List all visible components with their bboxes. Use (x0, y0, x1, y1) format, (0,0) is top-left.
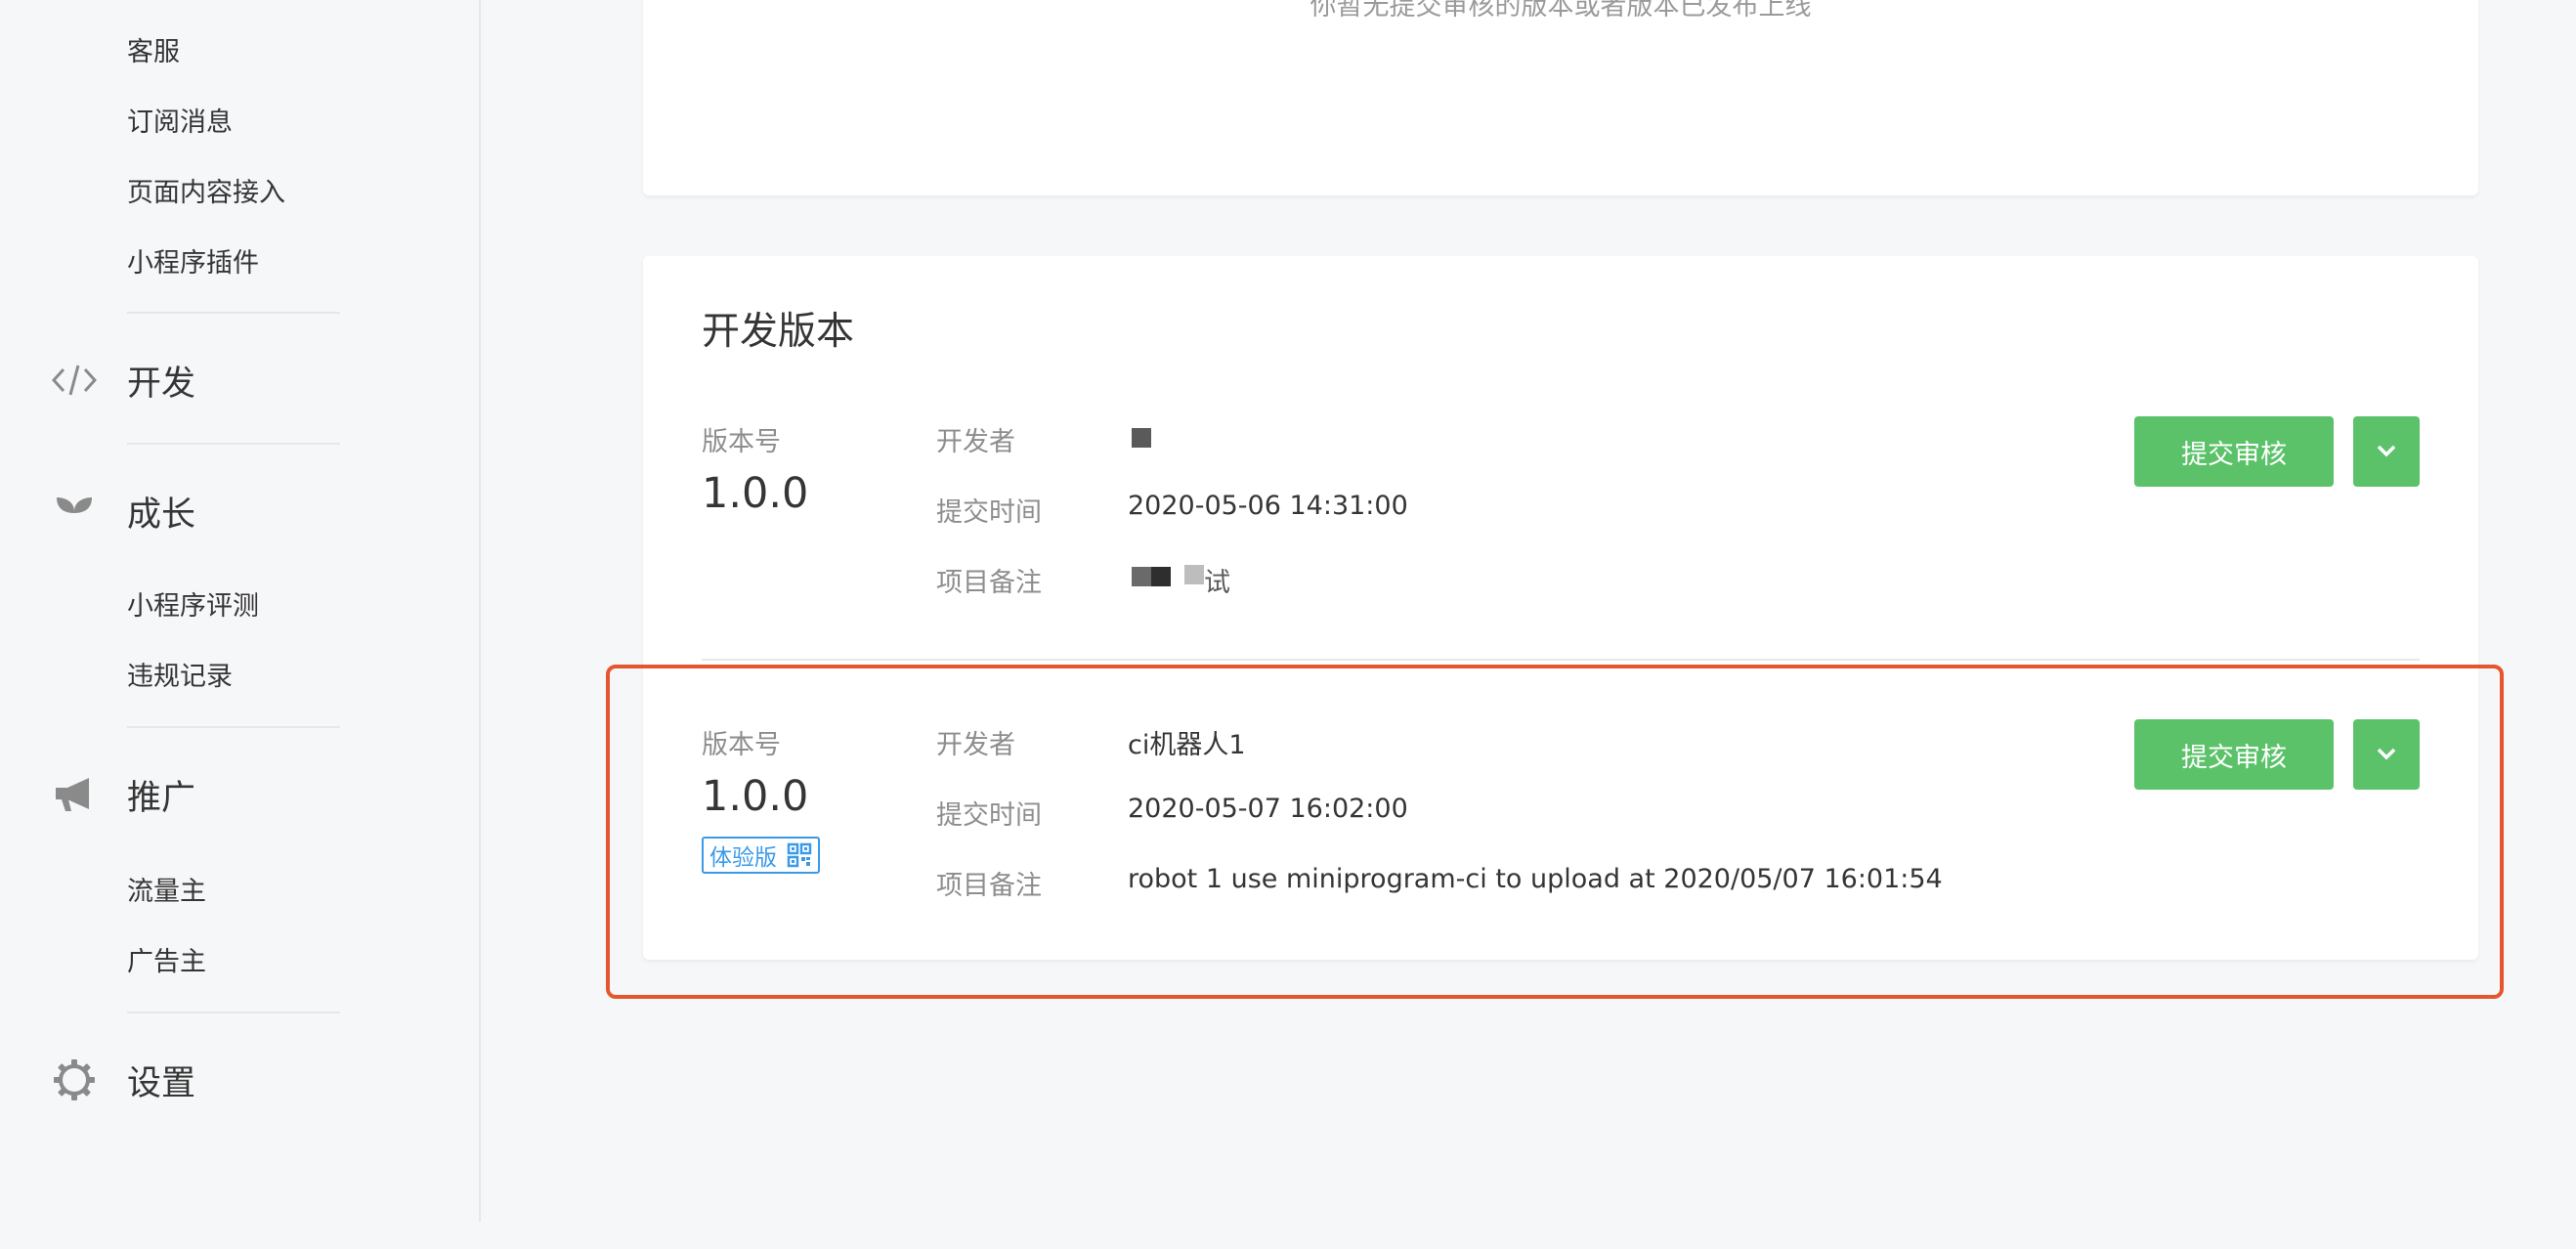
developer-label: 开发者 (936, 730, 1015, 760)
sidebar-item-customer-service[interactable]: 客服 (127, 35, 180, 70)
submit-time-label: 提交时间 (936, 800, 1042, 831)
dev-version-panel: 开发版本 版本号 1.0.0 开发者 提交时间 2020-05-06 14:31… (643, 256, 2478, 960)
sidebar-item-advertiser[interactable]: 广告主 (127, 945, 206, 980)
version-label: 版本号 (702, 730, 781, 760)
sidebar-divider (127, 726, 340, 728)
megaphone-icon (51, 771, 98, 818)
sidebar-divider (127, 1012, 340, 1013)
version-number: 1.0.0 (702, 772, 809, 821)
code-icon (51, 357, 98, 404)
submit-time-value: 2020-05-07 16:02:00 (1128, 794, 1408, 824)
more-actions-button[interactable] (2353, 719, 2420, 790)
remark-value: 试 (1204, 568, 1230, 598)
sidebar-item-page-content[interactable]: 页面内容接入 (127, 176, 285, 211)
version-label: 版本号 (702, 427, 781, 457)
redacted-text (1184, 565, 1204, 584)
submit-review-button[interactable]: 提交审核 (2134, 719, 2334, 790)
trial-version-badge[interactable]: 体验版 (702, 837, 820, 874)
redacted-avatar (1132, 428, 1151, 448)
remark-label: 项目备注 (936, 568, 1042, 598)
sidebar-group-label: 开发 (127, 364, 196, 404)
submit-time-label: 提交时间 (936, 497, 1042, 528)
remark-value: robot 1 use miniprogram-ci to upload at … (1128, 864, 1943, 894)
online-version-panel: 你暂无提交审核的版本或者版本已发布上线 (643, 0, 2478, 195)
panel-title: 开发版本 (702, 310, 855, 354)
sidebar-divider (127, 443, 340, 445)
sidebar-item-traffic-owner[interactable]: 流量主 (127, 875, 206, 910)
row-divider (702, 659, 2420, 661)
sidebar-item-plugins[interactable]: 小程序插件 (127, 246, 259, 281)
chevron-down-icon (2376, 746, 2397, 764)
remark-label: 项目备注 (936, 871, 1042, 901)
developer-label: 开发者 (936, 427, 1015, 457)
sidebar-group-label: 设置 (127, 1063, 196, 1103)
sidebar: 客服 订阅消息 页面内容接入 小程序插件 开发 成长 小程序评测 违规记录 推广… (0, 0, 481, 1222)
version-number: 1.0.0 (702, 469, 809, 518)
chevron-down-icon (2376, 443, 2397, 461)
submit-review-button[interactable]: 提交审核 (2134, 416, 2334, 487)
qrcode-icon (787, 842, 812, 868)
sidebar-group-develop[interactable]: 开发 (51, 356, 195, 405)
sidebar-item-subscribe-messages[interactable]: 订阅消息 (127, 106, 233, 141)
sidebar-item-evaluation[interactable]: 小程序评测 (127, 589, 259, 624)
submit-time-value: 2020-05-06 14:31:00 (1128, 491, 1408, 521)
developer-value: ci机器人1 (1128, 730, 1246, 760)
more-actions-button[interactable] (2353, 416, 2420, 487)
sidebar-group-promotion[interactable]: 推广 (51, 770, 195, 819)
badge-label: 体验版 (709, 845, 777, 871)
gear-icon (51, 1056, 98, 1103)
sprout-icon (51, 488, 98, 535)
sidebar-group-label: 成长 (127, 495, 196, 535)
sidebar-item-violations[interactable]: 违规记录 (127, 660, 233, 695)
redacted-text (1132, 567, 1171, 586)
sidebar-group-growth[interactable]: 成长 (51, 487, 195, 536)
sidebar-group-label: 推广 (127, 778, 196, 818)
sidebar-group-settings[interactable]: 设置 (51, 1055, 195, 1104)
sidebar-divider (127, 312, 340, 314)
empty-notice: 你暂无提交审核的版本或者版本已发布上线 (1309, 0, 1812, 22)
